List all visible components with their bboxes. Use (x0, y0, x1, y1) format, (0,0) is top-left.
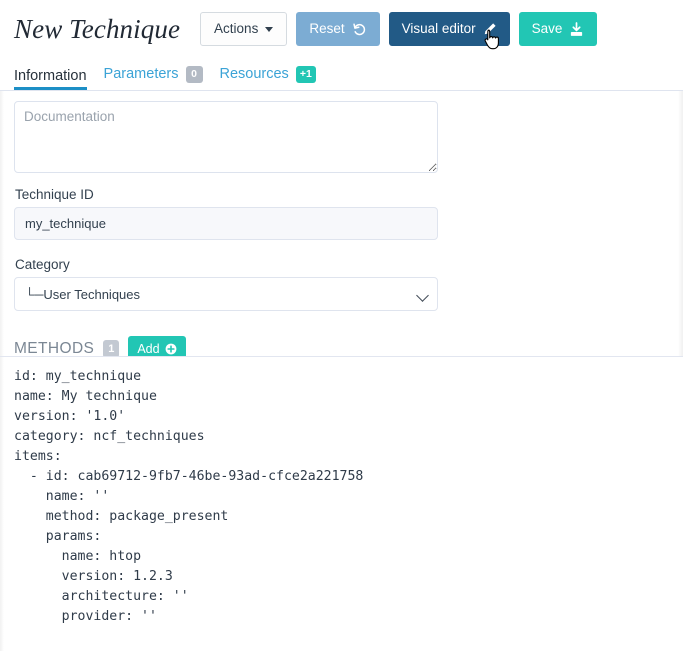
actions-button[interactable]: Actions (200, 12, 288, 46)
technique-form-panel: Technique ID Category └─User Techniques … (0, 90, 683, 362)
header-action-buttons: Actions Reset Visual editor Save (200, 12, 598, 46)
category-select[interactable]: └─User Techniques (14, 277, 438, 311)
category-label: Category (15, 257, 70, 272)
reset-button-label: Reset (309, 21, 345, 37)
caret-down-icon (265, 26, 274, 32)
technique-id-label: Technique ID (15, 187, 94, 202)
documentation-textarea[interactable] (14, 101, 438, 173)
visual-editor-button[interactable]: Visual editor (388, 12, 510, 46)
plus-circle-icon (165, 343, 177, 355)
tab-resources[interactable]: Resources +1 (220, 66, 316, 90)
technique-id-input[interactable] (14, 207, 438, 240)
tab-parameters-label: Parameters (103, 66, 179, 83)
pencil-icon (483, 22, 497, 36)
tab-parameters[interactable]: Parameters 0 (104, 66, 203, 90)
reset-button[interactable]: Reset (296, 12, 380, 46)
actions-button-label: Actions (214, 21, 259, 37)
save-download-icon (569, 21, 584, 37)
save-button-label: Save (531, 21, 563, 37)
tab-resources-badge: +1 (295, 66, 316, 83)
tab-information[interactable]: Information (14, 67, 87, 91)
app-header: New Technique Actions Reset Visual edito… (0, 0, 683, 58)
technique-yaml-panel: id: my_technique name: My technique vers… (0, 356, 683, 651)
tab-information-label: Information (14, 67, 87, 84)
tab-resources-label: Resources (219, 66, 289, 83)
save-button[interactable]: Save (518, 12, 598, 46)
undo-icon (352, 22, 367, 37)
tab-bar: Information Parameters 0 Resources +1 (0, 58, 683, 90)
technique-yaml-code: id: my_technique name: My technique vers… (14, 369, 364, 624)
category-select-wrapper: └─User Techniques (14, 277, 438, 311)
add-method-button-label: Add (137, 341, 160, 356)
page-title: New Technique (14, 13, 181, 44)
visual-editor-button-label: Visual editor (401, 21, 476, 37)
tab-parameters-badge: 0 (185, 66, 203, 83)
